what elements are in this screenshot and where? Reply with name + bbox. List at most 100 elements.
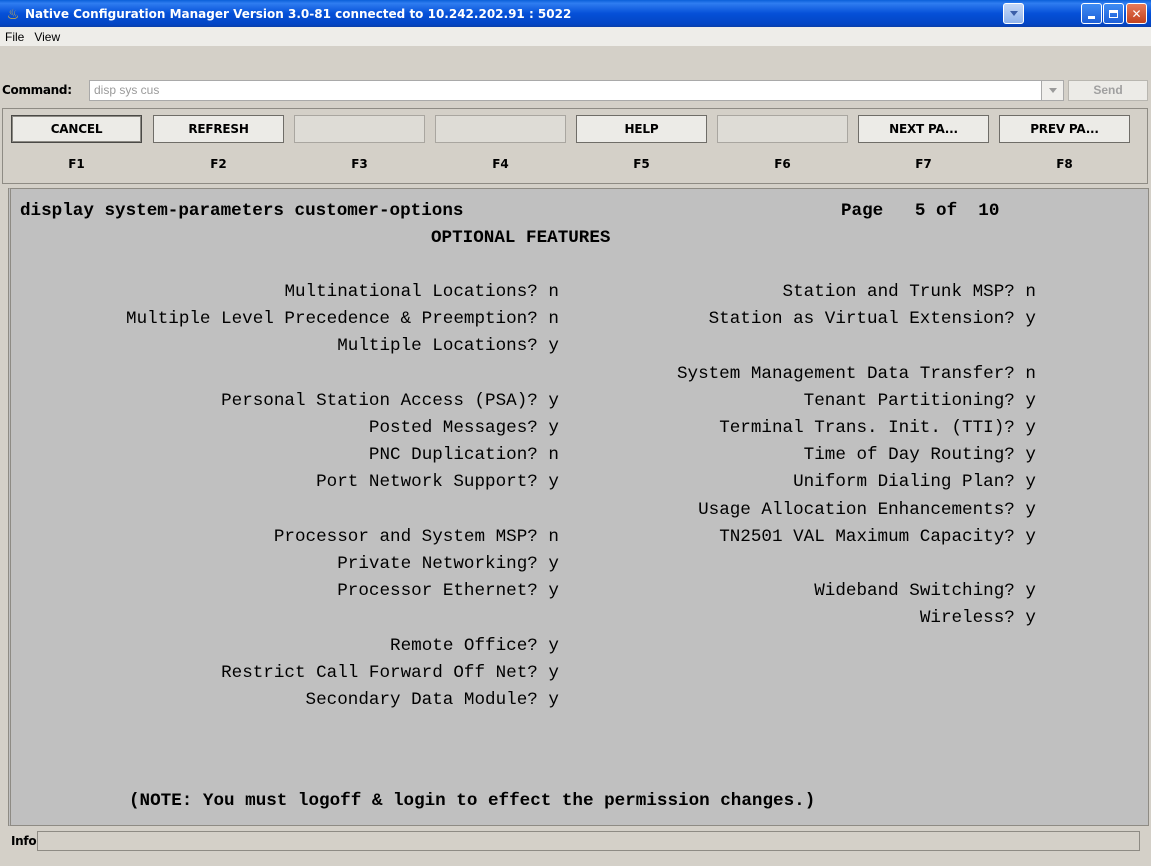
right-option-row: Wireless? y: [920, 608, 1036, 628]
f1-key-label: F1: [68, 157, 85, 171]
command-label: Command:: [2, 83, 72, 97]
toolbar-spacer: [0, 46, 1151, 78]
f2-refresh-button[interactable]: REFRESH: [153, 115, 284, 143]
java-cup-icon: ♨: [6, 5, 20, 22]
left-option-value[interactable]: y: [548, 472, 559, 492]
left-option-row: Port Network Support? y: [316, 472, 559, 492]
right-option-row: Wideband Switching? y: [814, 581, 1036, 601]
f8-prev-page-button[interactable]: PREV PA...: [999, 115, 1130, 143]
f4-button[interactable]: [435, 115, 566, 143]
left-option-value[interactable]: y: [548, 391, 559, 411]
left-option-value[interactable]: y: [548, 690, 559, 710]
left-option-value[interactable]: n: [548, 445, 559, 465]
left-option-row: Remote Office? y: [390, 636, 559, 656]
left-option-label: Personal Station Access (PSA)?: [221, 390, 538, 411]
right-option-label: Time of Day Routing?: [803, 445, 1015, 466]
right-option-row: Usage Allocation Enhancements? y: [698, 500, 1036, 520]
right-option-row: Tenant Partitioning? y: [804, 391, 1036, 411]
section-heading: OPTIONAL FEATURES: [431, 228, 611, 248]
right-option-label: Tenant Partitioning?: [803, 390, 1015, 411]
right-option-row: Time of Day Routing? y: [804, 445, 1036, 465]
left-option-value[interactable]: y: [548, 554, 559, 574]
left-option-value[interactable]: y: [548, 581, 559, 601]
screen-command-text: display system-parameters customer-optio…: [20, 201, 464, 221]
left-option-value[interactable]: n: [548, 527, 559, 547]
f3-button[interactable]: [294, 115, 425, 143]
close-icon[interactable]: ✕: [1126, 3, 1147, 24]
right-option-value[interactable]: n: [1025, 282, 1036, 302]
page-current: 5: [914, 201, 926, 221]
left-option-row: Multinational Locations? n: [284, 282, 559, 302]
right-option-value[interactable]: y: [1025, 309, 1036, 329]
left-option-value[interactable]: n: [548, 309, 559, 329]
menu-file[interactable]: File: [0, 30, 29, 44]
f4-key-label: F4: [492, 157, 509, 171]
maximize-icon[interactable]: [1103, 3, 1124, 24]
function-key-bar: CANCEL REFRESH HELP NEXT PA... PREV PA..…: [2, 108, 1148, 184]
left-option-label: Private Networking?: [337, 554, 538, 574]
right-option-value[interactable]: y: [1025, 472, 1036, 492]
f6-button[interactable]: [717, 115, 848, 143]
left-option-row: Secondary Data Module? y: [306, 690, 559, 710]
right-option-row: Station as Virtual Extension? y: [709, 309, 1036, 329]
right-option-value[interactable]: y: [1025, 608, 1036, 628]
right-option-value[interactable]: n: [1025, 364, 1036, 384]
right-option-value[interactable]: y: [1025, 527, 1036, 547]
terminal-screen[interactable]: display system-parameters customer-optio…: [8, 188, 1149, 826]
left-option-label: Remote Office?: [390, 635, 538, 656]
right-option-row: TN2501 VAL Maximum Capacity? y: [719, 527, 1036, 547]
command-input[interactable]: disp sys cus: [89, 80, 1064, 101]
right-option-value[interactable]: y: [1025, 391, 1036, 411]
left-option-row: Personal Station Access (PSA)? y: [221, 391, 559, 411]
left-option-label: Multinational Locations?: [284, 282, 538, 302]
window-menu-dropdown-icon[interactable]: [1003, 3, 1024, 24]
left-option-row: Multiple Level Precedence & Preemption? …: [126, 309, 559, 329]
right-option-label: Usage Allocation Enhancements?: [698, 499, 1015, 520]
left-option-value[interactable]: y: [548, 636, 559, 656]
menu-view[interactable]: View: [29, 30, 65, 44]
left-option-row: Multiple Locations? y: [337, 336, 559, 356]
right-option-row: System Management Data Transfer? n: [677, 364, 1036, 384]
f1-cancel-button[interactable]: CANCEL: [11, 115, 142, 143]
left-option-label: Multiple Level Precedence & Preemption?: [126, 309, 538, 330]
right-option-label: Uniform Dialing Plan?: [793, 472, 1015, 493]
right-option-row: Uniform Dialing Plan? y: [793, 472, 1036, 492]
left-option-label: Secondary Data Module?: [305, 690, 538, 710]
right-option-label: Station and Trunk MSP?: [782, 282, 1015, 302]
page-of: of: [936, 201, 958, 221]
send-button[interactable]: Send: [1068, 80, 1148, 101]
right-option-row: Terminal Trans. Init. (TTI)? y: [719, 418, 1036, 438]
left-option-row: Posted Messages? y: [369, 418, 559, 438]
right-option-value[interactable]: y: [1025, 500, 1036, 520]
right-option-value[interactable]: y: [1025, 581, 1036, 601]
right-option-value[interactable]: y: [1025, 418, 1036, 438]
right-option-row: Station and Trunk MSP? n: [783, 282, 1036, 302]
command-history-dropdown-icon[interactable]: [1041, 80, 1064, 101]
right-option-label: Station as Virtual Extension?: [708, 309, 1015, 330]
left-option-value[interactable]: y: [548, 336, 559, 356]
left-option-label: Processor Ethernet?: [337, 581, 538, 602]
menu-bar: File View: [0, 27, 1151, 47]
f5-key-label: F5: [633, 157, 650, 171]
title-bar[interactable]: ♨ Native Configuration Manager Version 3…: [0, 0, 1151, 27]
permission-note: (NOTE: You must logoff & login to effect…: [129, 791, 816, 811]
left-option-row: Processor Ethernet? y: [337, 581, 559, 601]
left-option-label: Multiple Locations?: [337, 336, 538, 357]
left-option-label: Restrict Call Forward Off Net?: [221, 662, 538, 683]
left-option-row: Private Networking? y: [337, 554, 559, 574]
f3-key-label: F3: [351, 157, 368, 171]
f8-key-label: F8: [1056, 157, 1073, 171]
right-option-label: System Management Data Transfer?: [676, 363, 1015, 384]
left-option-label: Processor and System MSP?: [273, 526, 538, 547]
left-option-row: Processor and System MSP? n: [274, 527, 559, 547]
right-option-label: TN2501 VAL Maximum Capacity?: [719, 526, 1015, 547]
right-option-value[interactable]: y: [1025, 445, 1036, 465]
f5-help-button[interactable]: HELP: [576, 115, 707, 143]
left-option-value[interactable]: y: [548, 663, 559, 683]
left-option-value[interactable]: n: [548, 282, 559, 302]
minimize-icon[interactable]: [1081, 3, 1102, 24]
left-option-value[interactable]: y: [548, 418, 559, 438]
right-option-label: Wireless?: [919, 608, 1015, 629]
f6-key-label: F6: [774, 157, 791, 171]
f7-next-page-button[interactable]: NEXT PA...: [858, 115, 989, 143]
